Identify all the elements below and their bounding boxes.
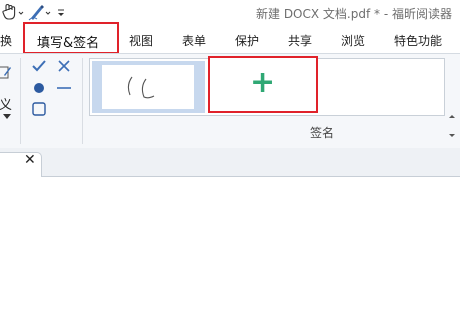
ribbon-separator [20, 58, 21, 144]
saved-signature[interactable] [92, 61, 205, 113]
tab-share[interactable]: 共享 [288, 32, 312, 49]
edit-text-icon[interactable] [0, 64, 12, 80]
tab-features[interactable]: 特色功能 [394, 32, 442, 49]
tab-fill-sign[interactable]: 填写&签名 [23, 22, 119, 54]
saved-signature-preview [102, 65, 194, 109]
ribbon-partial-label: 义 [0, 98, 13, 113]
hand-tool-icon[interactable] [2, 3, 24, 21]
dropdown-arrow-icon[interactable] [3, 114, 11, 120]
signature-stroke-icon [127, 76, 155, 99]
signature-group-label: 签名 [310, 126, 335, 140]
document-canvas[interactable] [0, 177, 460, 329]
window-title: 新建 DOCX 文档.pdf * - 福昕阅读器 [256, 7, 452, 21]
ribbon-separator [82, 58, 83, 144]
sign-pen-icon[interactable] [28, 3, 52, 21]
tab-fill-sign-label: 填写&签名 [37, 36, 100, 51]
customize-toolbar-icon[interactable] [56, 8, 66, 18]
tab-form[interactable]: 表单 [182, 32, 206, 49]
tab-view[interactable]: 视图 [129, 32, 153, 49]
plus-icon: + [250, 65, 276, 100]
line-tool-icon[interactable] [56, 83, 72, 93]
tab-convert[interactable]: 换 [0, 32, 12, 49]
tab-browse[interactable]: 浏览 [341, 32, 365, 49]
dot-tool-icon[interactable] [33, 82, 45, 94]
add-signature-button[interactable]: + [208, 56, 318, 113]
document-tab-bar [0, 148, 460, 177]
close-tab-icon[interactable]: ✕ [24, 152, 36, 168]
rectangle-tool-icon[interactable] [32, 102, 46, 116]
cross-tool-icon[interactable] [56, 58, 72, 74]
checkmark-tool-icon[interactable] [30, 58, 48, 74]
tab-protect[interactable]: 保护 [235, 32, 259, 49]
